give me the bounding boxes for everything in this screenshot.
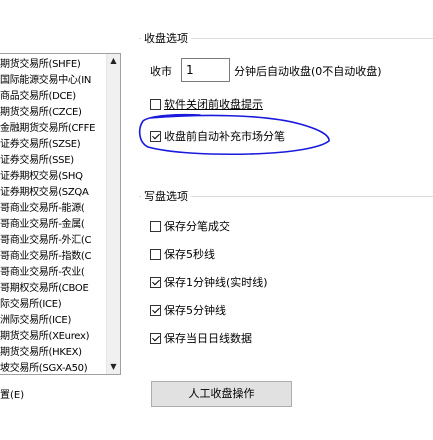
write-option-label: 保存当日日线数据 xyxy=(164,332,252,345)
write-option-box[interactable] xyxy=(150,221,161,232)
write-option-label: 保存5分钟线 xyxy=(164,304,226,317)
write-option-label: 保存分笔成交 xyxy=(164,220,230,233)
write-option-checkbox[interactable]: 保存分笔成交 xyxy=(150,219,230,235)
write-option-checkbox[interactable]: 保存1分钟线(实时线) xyxy=(150,275,268,291)
manual-close-button[interactable]: 人工收盘操作 xyxy=(151,381,292,407)
write-group-title: 写盘选项 xyxy=(141,188,191,204)
write-option-box[interactable] xyxy=(150,305,161,316)
write-option-checkbox[interactable]: 保存5分钟线 xyxy=(150,303,226,319)
write-option-label: 保存1分钟线(实时线) xyxy=(164,276,268,289)
write-option-box[interactable] xyxy=(150,277,161,288)
write-option-label: 保存5秒线 xyxy=(164,248,215,261)
write-option-box[interactable] xyxy=(150,333,161,344)
write-option-box[interactable] xyxy=(150,249,161,260)
write-option-checkbox[interactable]: 保存当日日线数据 xyxy=(150,331,252,347)
write-option-checkbox[interactable]: 保存5秒线 xyxy=(150,247,215,263)
